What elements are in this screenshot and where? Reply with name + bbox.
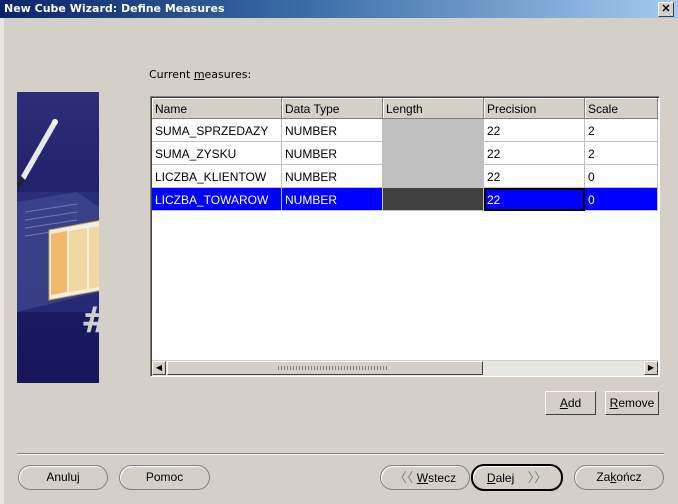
window-title: New Cube Wizard: Define Measures (4, 2, 225, 15)
title-bar: New Cube Wizard: Define Measures ✕ (0, 0, 678, 18)
table-header: Name Data Type Length Precision Scale (152, 98, 658, 119)
cell-data-type[interactable]: NUMBER (282, 188, 383, 211)
close-icon: ✕ (661, 3, 671, 15)
arrow-right-icon: ▶ (647, 363, 655, 372)
cell-scale[interactable]: 2 (585, 119, 658, 142)
add-button[interactable]: Add (545, 391, 596, 415)
cell-name[interactable]: LICZBA_KLIENTOW (152, 165, 282, 188)
current-measures-label: Current measures: (149, 68, 252, 81)
table-row[interactable]: SUMA_SPRZEDAZY NUMBER 22 2 (152, 119, 658, 142)
cell-name[interactable]: SUMA_ZYSKU (152, 142, 282, 165)
grip-icon (278, 366, 388, 370)
cell-name[interactable]: LICZBA_TOWAROW (152, 188, 282, 211)
table-row[interactable]: SUMA_ZYSKU NUMBER 22 2 (152, 142, 658, 165)
cell-precision[interactable]: 22 (484, 165, 585, 188)
finish-button[interactable]: Zakończ (574, 465, 664, 490)
cell-length (383, 165, 484, 188)
horizontal-scrollbar[interactable]: ◀ ▶ (152, 360, 658, 376)
cell-data-type[interactable]: NUMBER (282, 142, 383, 165)
scroll-thumb[interactable] (167, 361, 483, 375)
cell-length (383, 188, 484, 211)
cell-scale[interactable]: 0 (585, 165, 658, 188)
close-button[interactable]: ✕ (658, 2, 674, 17)
remove-button[interactable]: Remove (605, 391, 659, 415)
scroll-left-button[interactable]: ◀ (152, 361, 166, 375)
separator (17, 453, 664, 455)
spreadsheet-icon (48, 220, 99, 301)
cell-name[interactable]: SUMA_SPRZEDAZY (152, 119, 282, 142)
wizard-illustration-art: # (17, 119, 99, 341)
column-header-scale[interactable]: Scale (585, 98, 658, 119)
scroll-right-button[interactable]: ▶ (644, 361, 658, 375)
column-header-name[interactable]: Name (152, 98, 282, 119)
table-row-selected[interactable]: LICZBA_TOWAROW NUMBER 22 0 (152, 188, 658, 211)
cell-scale[interactable]: 2 (585, 142, 658, 165)
cell-precision[interactable]: 22 (484, 142, 585, 165)
next-arrow-icon: 〉〉 (527, 470, 548, 485)
cell-scale[interactable]: 0 (585, 188, 658, 211)
window-frame (0, 18, 4, 504)
cell-precision[interactable]: 22 (484, 119, 585, 142)
cell-data-type[interactable]: NUMBER (282, 119, 383, 142)
cell-length (383, 119, 484, 142)
column-header-length[interactable]: Length (383, 98, 484, 119)
hash-icon: # (81, 300, 99, 341)
cell-data-type[interactable]: NUMBER (282, 165, 383, 188)
cancel-button[interactable]: Anuluj (18, 465, 108, 490)
table-row[interactable]: LICZBA_KLIENTOW NUMBER 22 0 (152, 165, 658, 188)
column-header-data-type[interactable]: Data Type (282, 98, 383, 119)
wizard-illustration: # (17, 92, 99, 383)
back-arrow-icon: 〈〈 (393, 470, 414, 485)
back-button[interactable]: 〈〈 Wstecz (380, 465, 470, 490)
next-button[interactable]: Dalej 〉〉 (471, 464, 563, 491)
column-header-precision[interactable]: Precision (484, 98, 585, 119)
arrow-left-icon: ◀ (155, 363, 163, 372)
cell-length (383, 142, 484, 165)
measures-table[interactable]: Name Data Type Length Precision Scale SU… (150, 96, 660, 377)
help-button[interactable]: Pomoc (119, 465, 210, 490)
cell-precision[interactable]: 22 (484, 188, 585, 211)
